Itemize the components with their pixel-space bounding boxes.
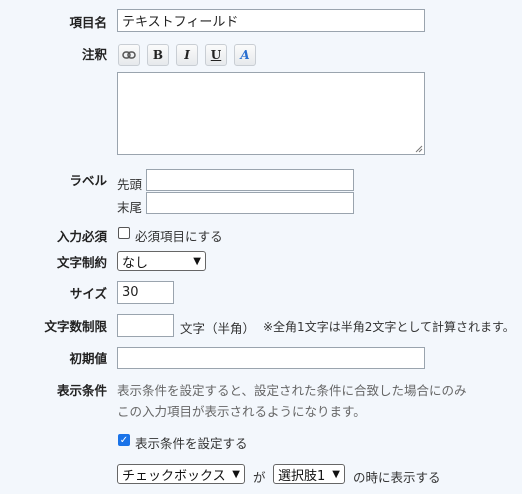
chevron-down-icon: ▼ bbox=[232, 468, 240, 480]
char-limit-selected: なし bbox=[122, 255, 149, 271]
condition-option-selected: 選択肢1 bbox=[278, 468, 326, 484]
required-label: 入力必須 bbox=[56, 229, 107, 244]
link-icon[interactable] bbox=[118, 44, 140, 66]
display-condition-label: 表示条件 bbox=[56, 383, 107, 398]
size-label: サイズ bbox=[69, 286, 107, 301]
condition-connector: が bbox=[253, 470, 266, 485]
chevron-down-icon: ▼ bbox=[193, 255, 201, 267]
condition-suffix: の時に表示する bbox=[353, 470, 441, 485]
note-label: 注釈 bbox=[81, 47, 107, 62]
chevron-down-icon: ▼ bbox=[332, 468, 340, 480]
display-condition-checkbox[interactable]: ✓ bbox=[118, 434, 130, 446]
max-chars-label: 文字数制限 bbox=[44, 319, 107, 334]
required-checkbox-label: 必須項目にする bbox=[135, 229, 223, 244]
default-value-label: 初期値 bbox=[69, 351, 107, 366]
display-condition-checkbox-label: 表示条件を設定する bbox=[135, 436, 248, 451]
item-name-input[interactable]: テキストフィールド bbox=[117, 9, 425, 32]
required-checkbox[interactable] bbox=[118, 227, 130, 239]
suffix-label: 末尾 bbox=[117, 200, 143, 215]
max-chars-input[interactable] bbox=[117, 314, 174, 337]
char-limit-label: 文字制約 bbox=[56, 255, 107, 270]
display-condition-description-2: この入力項目が表示されるようになります。 bbox=[117, 404, 366, 419]
max-chars-note: ※全角1文字は半角2文字として計算されます。 bbox=[263, 320, 515, 334]
condition-field-selected: チェックボックス bbox=[122, 468, 226, 484]
underline-icon[interactable]: U bbox=[205, 44, 227, 66]
size-input[interactable]: 30 bbox=[117, 281, 174, 304]
max-chars-unit: 文字（半角） bbox=[180, 321, 256, 336]
default-value-input[interactable] bbox=[117, 347, 425, 369]
prefix-label: 先頭 bbox=[117, 177, 143, 192]
suffix-input[interactable] bbox=[146, 192, 354, 214]
italic-icon[interactable]: I bbox=[176, 44, 198, 66]
resize-handle-icon[interactable] bbox=[414, 144, 423, 153]
note-textarea[interactable] bbox=[117, 72, 425, 155]
prefix-input[interactable] bbox=[146, 169, 354, 191]
char-limit-select[interactable]: なし ▼ bbox=[117, 251, 206, 271]
font-color-icon[interactable]: A bbox=[234, 44, 256, 66]
display-condition-description-1: 表示条件を設定すると、設定された条件に合致した場合にのみ bbox=[117, 383, 467, 398]
bold-icon[interactable]: B bbox=[147, 44, 169, 66]
condition-option-select[interactable]: 選択肢1 ▼ bbox=[273, 464, 345, 484]
condition-field-select[interactable]: チェックボックス ▼ bbox=[117, 464, 245, 484]
item-name-label: 項目名 bbox=[69, 15, 107, 30]
label-field-label: ラベル bbox=[69, 173, 107, 188]
